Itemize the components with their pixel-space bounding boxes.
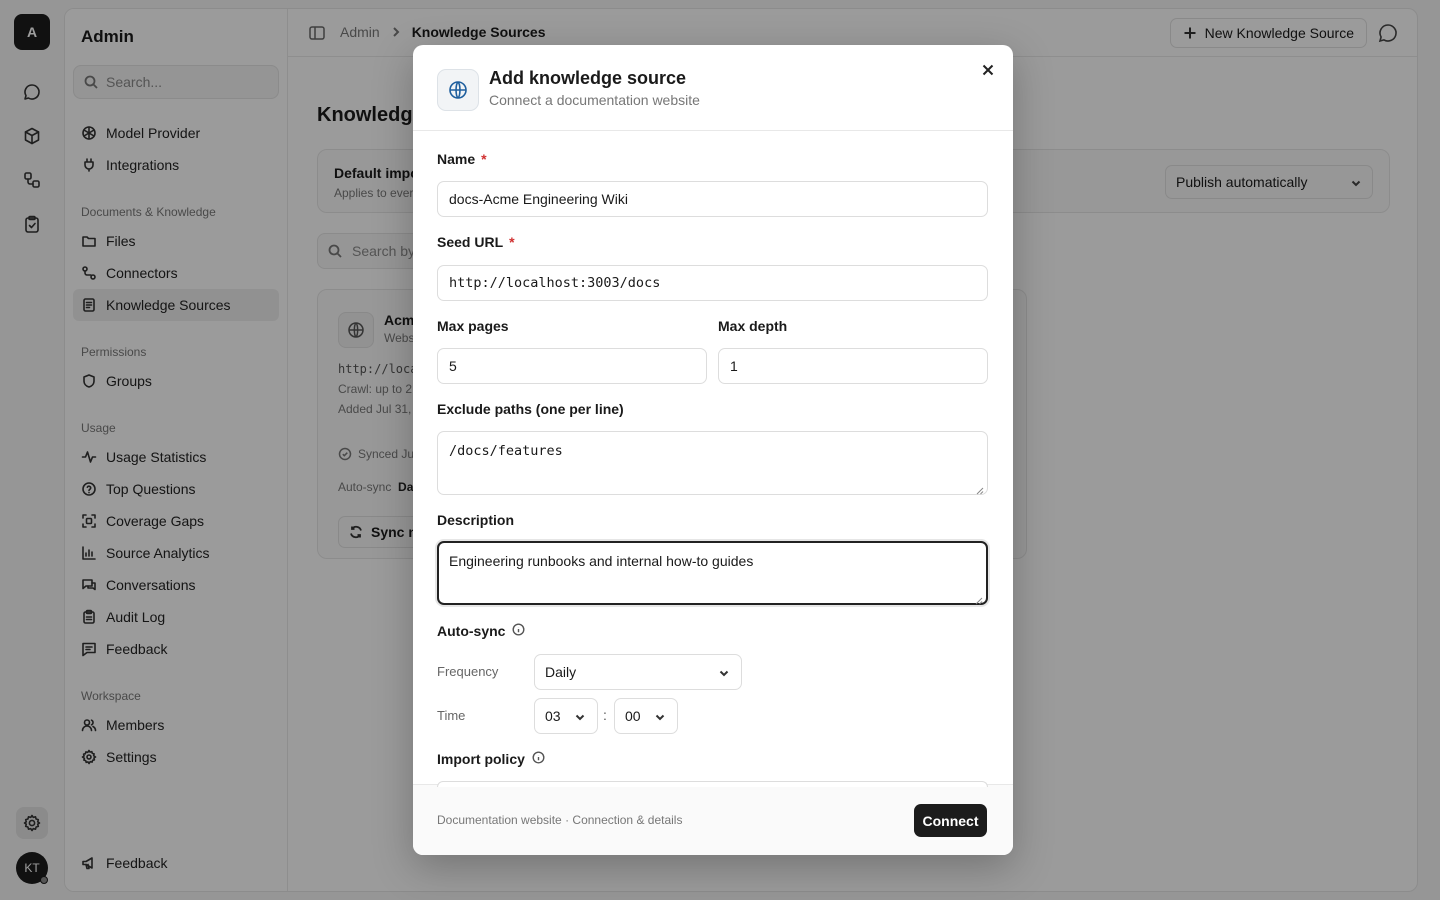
- close-icon[interactable]: [980, 62, 996, 78]
- description-textarea[interactable]: Engineering runbooks and internal how-to…: [437, 541, 988, 605]
- time-hour-value: 03: [545, 708, 561, 724]
- description-value: Engineering runbooks and internal how-to…: [449, 553, 754, 569]
- frequency-select[interactable]: Daily: [534, 654, 742, 690]
- import-policy-label-text: Import policy: [437, 751, 525, 767]
- max-depth-label: Max depth: [718, 318, 788, 334]
- required-asterisk: *: [509, 234, 515, 250]
- connect-button[interactable]: Connect: [914, 804, 987, 837]
- autosync-label-text: Auto-sync: [437, 623, 506, 639]
- time-hour-select[interactable]: 03: [534, 698, 598, 734]
- autosync-label: Auto-sync: [437, 623, 525, 639]
- add-knowledge-source-dialog: Add knowledge source Connect a documenta…: [413, 45, 1013, 855]
- seed-url-label-text: Seed URL: [437, 234, 504, 250]
- info-icon[interactable]: [512, 623, 525, 639]
- dialog-footer: Documentation website · Connection & det…: [413, 784, 1013, 855]
- exclude-paths-textarea[interactable]: /docs/features: [437, 431, 988, 495]
- import-policy-label: Import policy: [437, 751, 545, 767]
- chevron-down-icon: [575, 714, 585, 721]
- footer-info-text: Documentation website · Connection & det…: [437, 813, 683, 827]
- name-label-text: Name: [437, 151, 476, 167]
- seed-url-label: Seed URL *: [437, 234, 515, 250]
- exclude-paths-value: /docs/features: [449, 443, 563, 459]
- chevron-down-icon: [655, 714, 665, 721]
- dialog-body: Name * docs-Acme Engineering Wiki Seed UR…: [413, 131, 1013, 784]
- time-minute-select[interactable]: 00: [614, 698, 678, 734]
- description-label: Description: [437, 512, 515, 528]
- dialog-subtitle: Connect a documentation website: [489, 92, 700, 108]
- name-input[interactable]: docs-Acme Engineering Wiki: [437, 181, 988, 217]
- globe-icon: [437, 69, 479, 111]
- exclude-paths-label: Exclude paths (one per line): [437, 401, 624, 417]
- max-pages-label: Max pages: [437, 318, 509, 334]
- import-policy-select[interactable]: [437, 781, 988, 787]
- required-asterisk: *: [481, 151, 487, 167]
- resize-handle-icon[interactable]: [975, 592, 983, 605]
- dialog-title: Add knowledge source: [489, 68, 687, 88]
- time-minute-value: 00: [625, 708, 641, 724]
- chevron-down-icon: [719, 670, 729, 677]
- max-depth-input[interactable]: 1: [718, 348, 988, 384]
- frequency-label: Frequency: [437, 664, 499, 679]
- time-separator: :: [603, 707, 607, 723]
- resize-handle-icon[interactable]: [976, 483, 984, 495]
- seed-url-input[interactable]: http://localhost:3003/docs: [437, 265, 988, 301]
- time-label: Time: [437, 708, 466, 723]
- name-label: Name *: [437, 151, 487, 167]
- frequency-value: Daily: [545, 664, 577, 680]
- info-icon[interactable]: [532, 751, 545, 767]
- max-pages-input[interactable]: 5: [437, 348, 707, 384]
- dialog-header: Add knowledge source Connect a documenta…: [413, 45, 1013, 131]
